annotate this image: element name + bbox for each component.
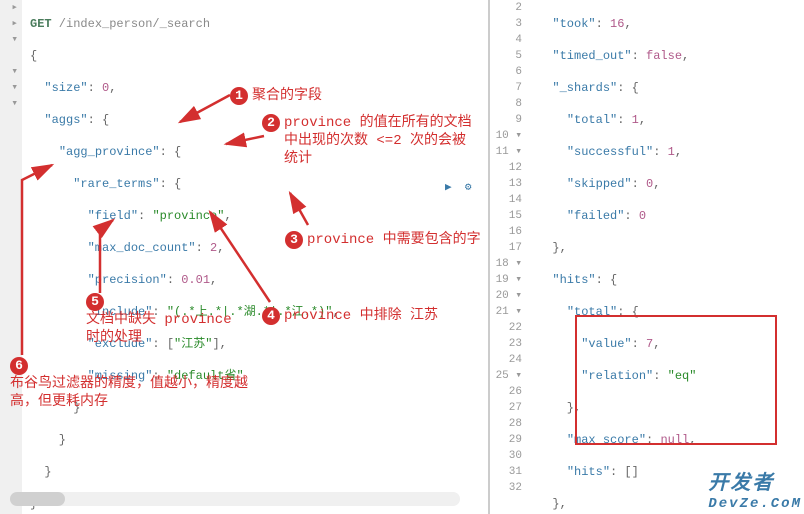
request-code-block[interactable]: GET /index_person/_search { "size": 0, "… [0,0,488,514]
result-highlight-box [575,315,777,445]
request-path: /index_person/_search [52,17,210,31]
right-gutter: 23456789 10 ▾11 ▾121314151617 18 ▾19 ▾20… [490,0,528,496]
http-method-get: GET [30,17,52,31]
horizontal-scrollbar[interactable] [10,492,460,506]
scroll-thumb[interactable] [10,492,65,506]
run-actions[interactable]: ▶ ⚙ [445,180,471,194]
watermark: 开发者 DevZe.CoM [708,466,802,512]
left-code-editor[interactable]: ▸▸ ▾ ▾▾ ▾ GET /index_person/_search { "s… [0,0,490,514]
left-gutter: ▸▸ ▾ ▾▾ ▾ [0,0,22,514]
right-response-pane[interactable]: 23456789 10 ▾11 ▾121314151617 18 ▾19 ▾20… [490,0,804,514]
